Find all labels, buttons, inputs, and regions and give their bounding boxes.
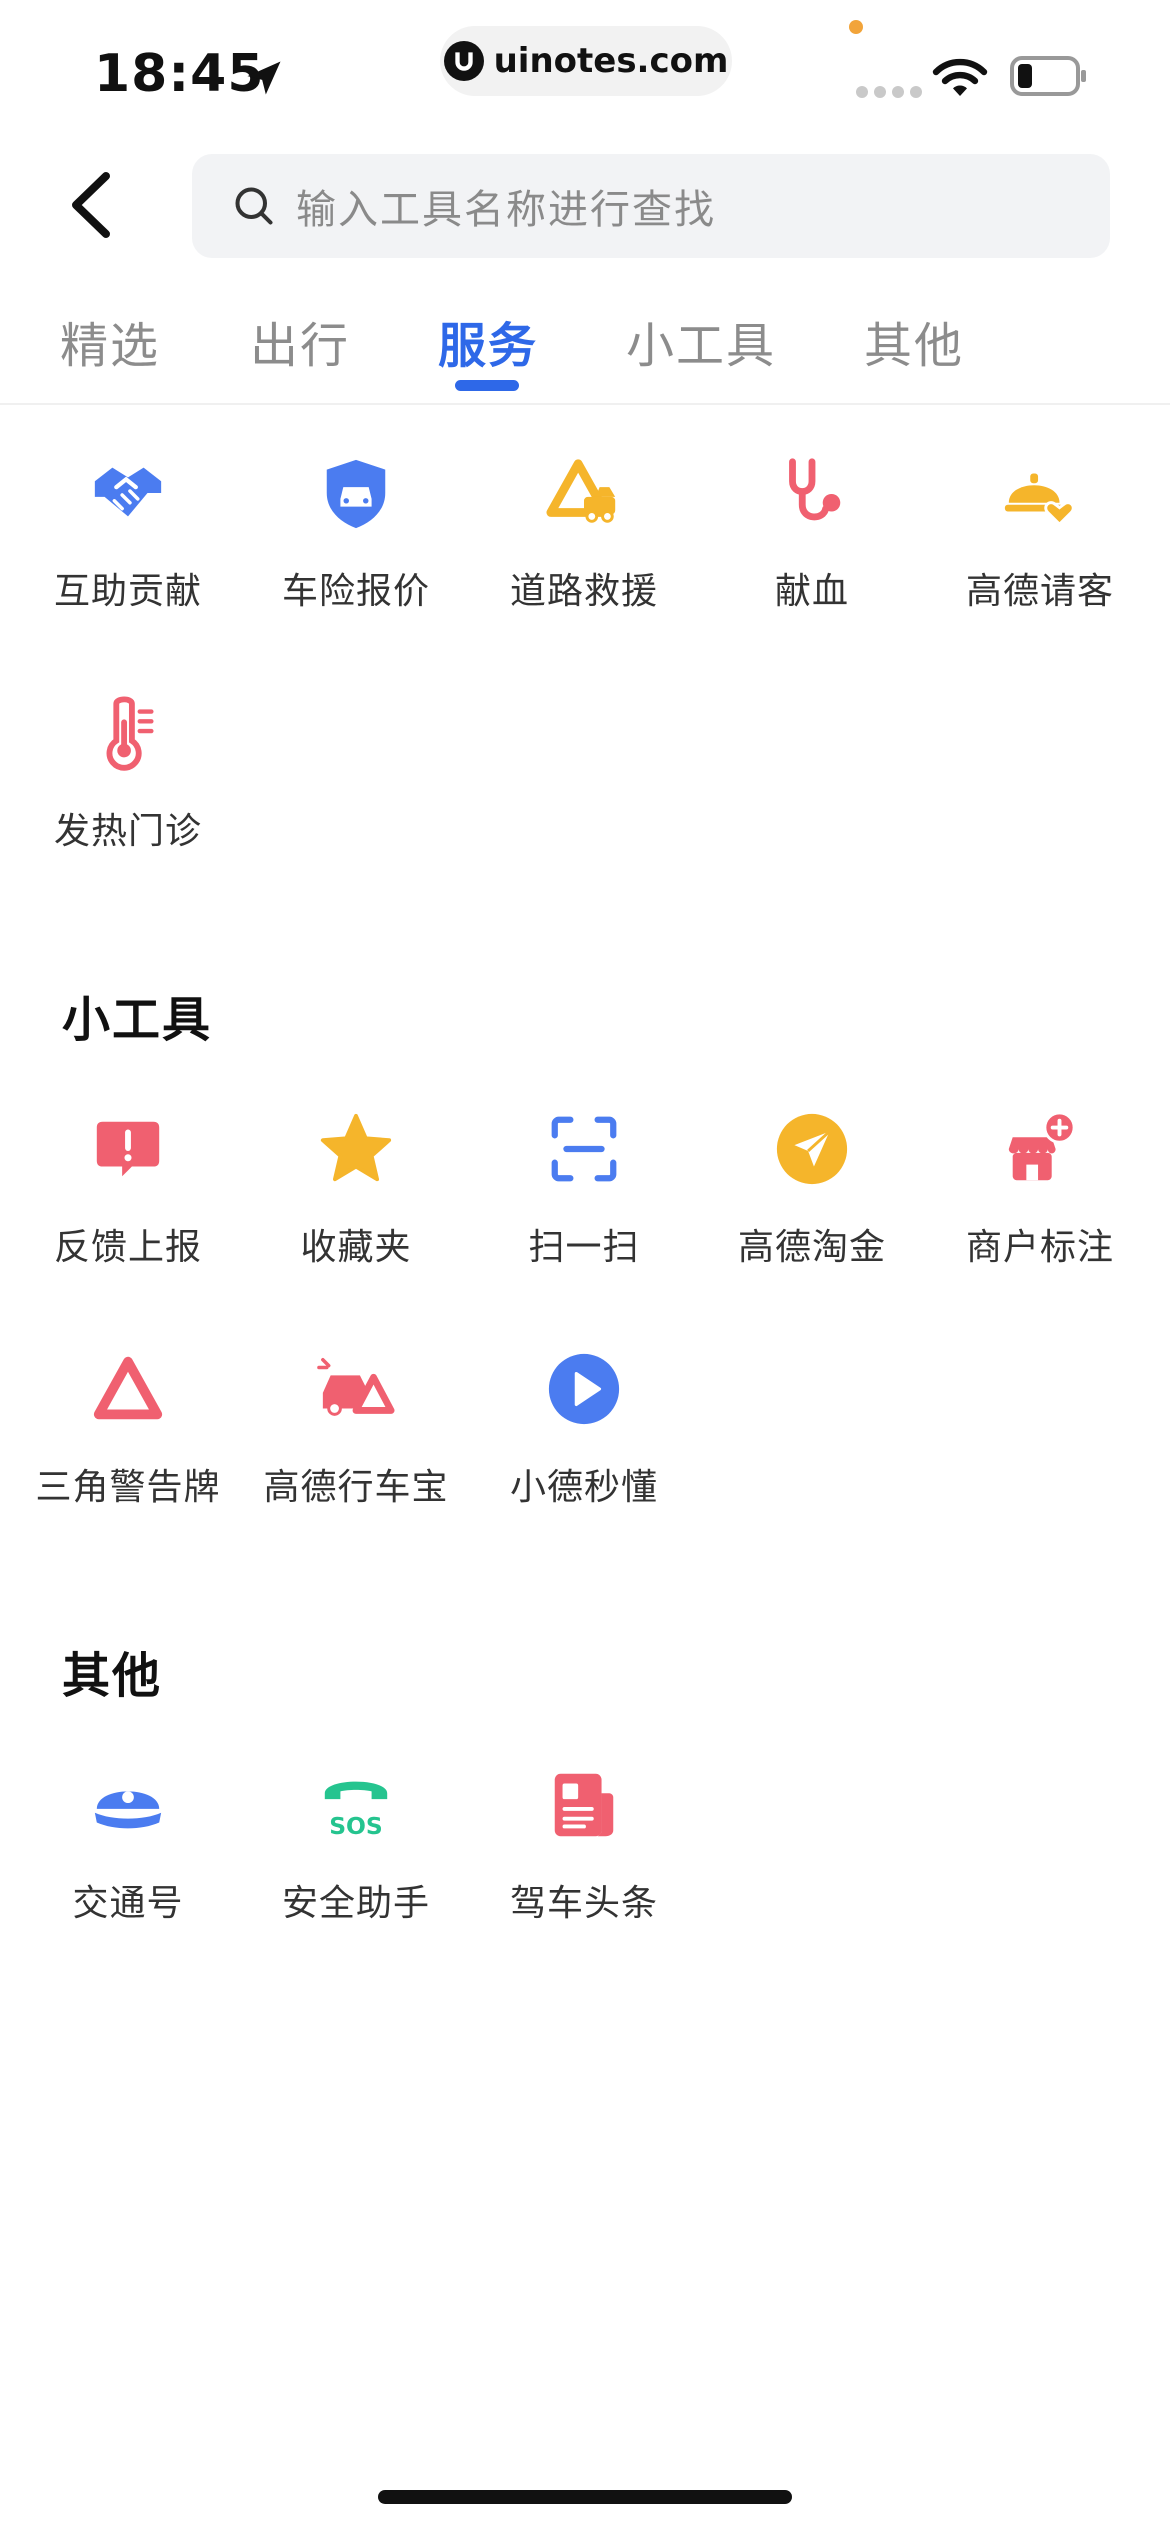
tool-label: 小德秒懂 (509, 1467, 658, 1508)
tool-label: 高德请客 (965, 571, 1114, 612)
url-pill[interactable]: uinotes.com (440, 26, 732, 96)
tool-label: 商户标注 (965, 1227, 1114, 1268)
privacy-indicator (849, 20, 863, 34)
thermometer-icon (106, 696, 154, 771)
site-logo-icon (443, 41, 484, 81)
tool-label: 三角警告牌 (35, 1467, 221, 1508)
tool-amap-gold[interactable]: 高德淘金 (698, 1110, 926, 1270)
tool-merchant-mark[interactable]: 商户标注 (926, 1110, 1154, 1270)
car-shield-icon (326, 459, 386, 529)
tool-amap-treat[interactable]: 高德请客 (926, 454, 1154, 614)
star-icon (320, 1113, 392, 1182)
url-text: uinotes.com (493, 41, 729, 81)
play-icon (548, 1353, 620, 1425)
tool-label: 高德行车宝 (263, 1467, 449, 1508)
wifi-icon (932, 58, 988, 96)
tool-label: 道路救援 (509, 571, 658, 612)
food-cloche-icon (1004, 473, 1075, 527)
tool-driving-guard[interactable]: 高德行车宝 (242, 1350, 470, 1510)
back-arrow-icon[interactable] (66, 170, 116, 240)
tool-mutual-aid[interactable]: 互助贡献 (14, 454, 242, 614)
tool-traffic-account[interactable]: 交通号 (14, 1766, 242, 1926)
tool-label: 献血 (774, 571, 849, 612)
search-placeholder: 输入工具名称进行查找 (296, 187, 716, 233)
tool-label: 收藏夹 (300, 1227, 412, 1268)
tab-divider (0, 403, 1170, 405)
warning-triangle-icon (93, 1356, 163, 1420)
search-input[interactable]: 输入工具名称进行查找 (192, 154, 1110, 258)
tool-label: 驾车头条 (509, 1883, 658, 1924)
shop-add-icon (1008, 1111, 1076, 1181)
tool-favorites[interactable]: 收藏夹 (242, 1110, 470, 1270)
handshake-icon (94, 467, 162, 517)
tool-driving-headlines[interactable]: 驾车头条 (470, 1766, 698, 1926)
tool-xiaode-explainer[interactable]: 小德秒懂 (470, 1350, 698, 1510)
tab-tools[interactable]: 小工具 (626, 306, 776, 376)
sos-text: SOS (329, 1812, 383, 1840)
tow-truck-icon (546, 459, 616, 523)
home-indicator[interactable] (378, 2490, 792, 2504)
location-arrow-icon (247, 61, 281, 95)
newspaper-icon (554, 1773, 614, 1837)
tool-feedback[interactable]: 反馈上报 (14, 1110, 242, 1270)
stethoscope-icon (789, 458, 841, 521)
tool-road-rescue[interactable]: 道路救援 (470, 454, 698, 614)
scan-icon (551, 1116, 617, 1182)
tool-fever-clinic[interactable]: 发热门诊 (14, 694, 242, 854)
tab-others[interactable]: 其他 (864, 306, 964, 376)
police-cap-icon (94, 1791, 162, 1829)
status-time: 18:45 (94, 44, 265, 104)
active-tab-indicator (455, 380, 519, 391)
tool-label: 高德淘金 (737, 1227, 886, 1268)
tool-warning-triangle[interactable]: 三角警告牌 (14, 1350, 242, 1510)
tool-label: 反馈上报 (53, 1227, 202, 1268)
paper-plane-icon (776, 1113, 848, 1185)
tool-label: 扫一扫 (528, 1227, 640, 1268)
tool-label: 发热门诊 (53, 811, 202, 852)
tool-car-insurance[interactable]: 车险报价 (242, 454, 470, 614)
tool-label: 互助贡献 (53, 571, 202, 612)
battery-icon (1010, 56, 1086, 96)
tab-featured[interactable]: 精选 (60, 306, 160, 376)
tool-label: 交通号 (72, 1883, 184, 1924)
tool-safety-assistant[interactable]: SOS 安全助手 (242, 1766, 470, 1926)
search-icon (235, 187, 273, 225)
tab-services[interactable]: 服务 (438, 306, 538, 376)
car-warning-icon (317, 1357, 395, 1416)
tool-label: 安全助手 (281, 1883, 430, 1924)
sos-phone-icon: SOS (324, 1781, 388, 1840)
section-title-others: 其他 (62, 1648, 163, 1704)
tool-label: 车险报价 (281, 571, 430, 612)
tool-scan[interactable]: 扫一扫 (470, 1110, 698, 1270)
section-title-tools: 小工具 (62, 992, 213, 1048)
cellular-signal-icon (856, 86, 922, 98)
tool-blood-donation[interactable]: 献血 (698, 454, 926, 614)
tab-travel[interactable]: 出行 (250, 306, 350, 376)
feedback-icon (96, 1121, 160, 1177)
